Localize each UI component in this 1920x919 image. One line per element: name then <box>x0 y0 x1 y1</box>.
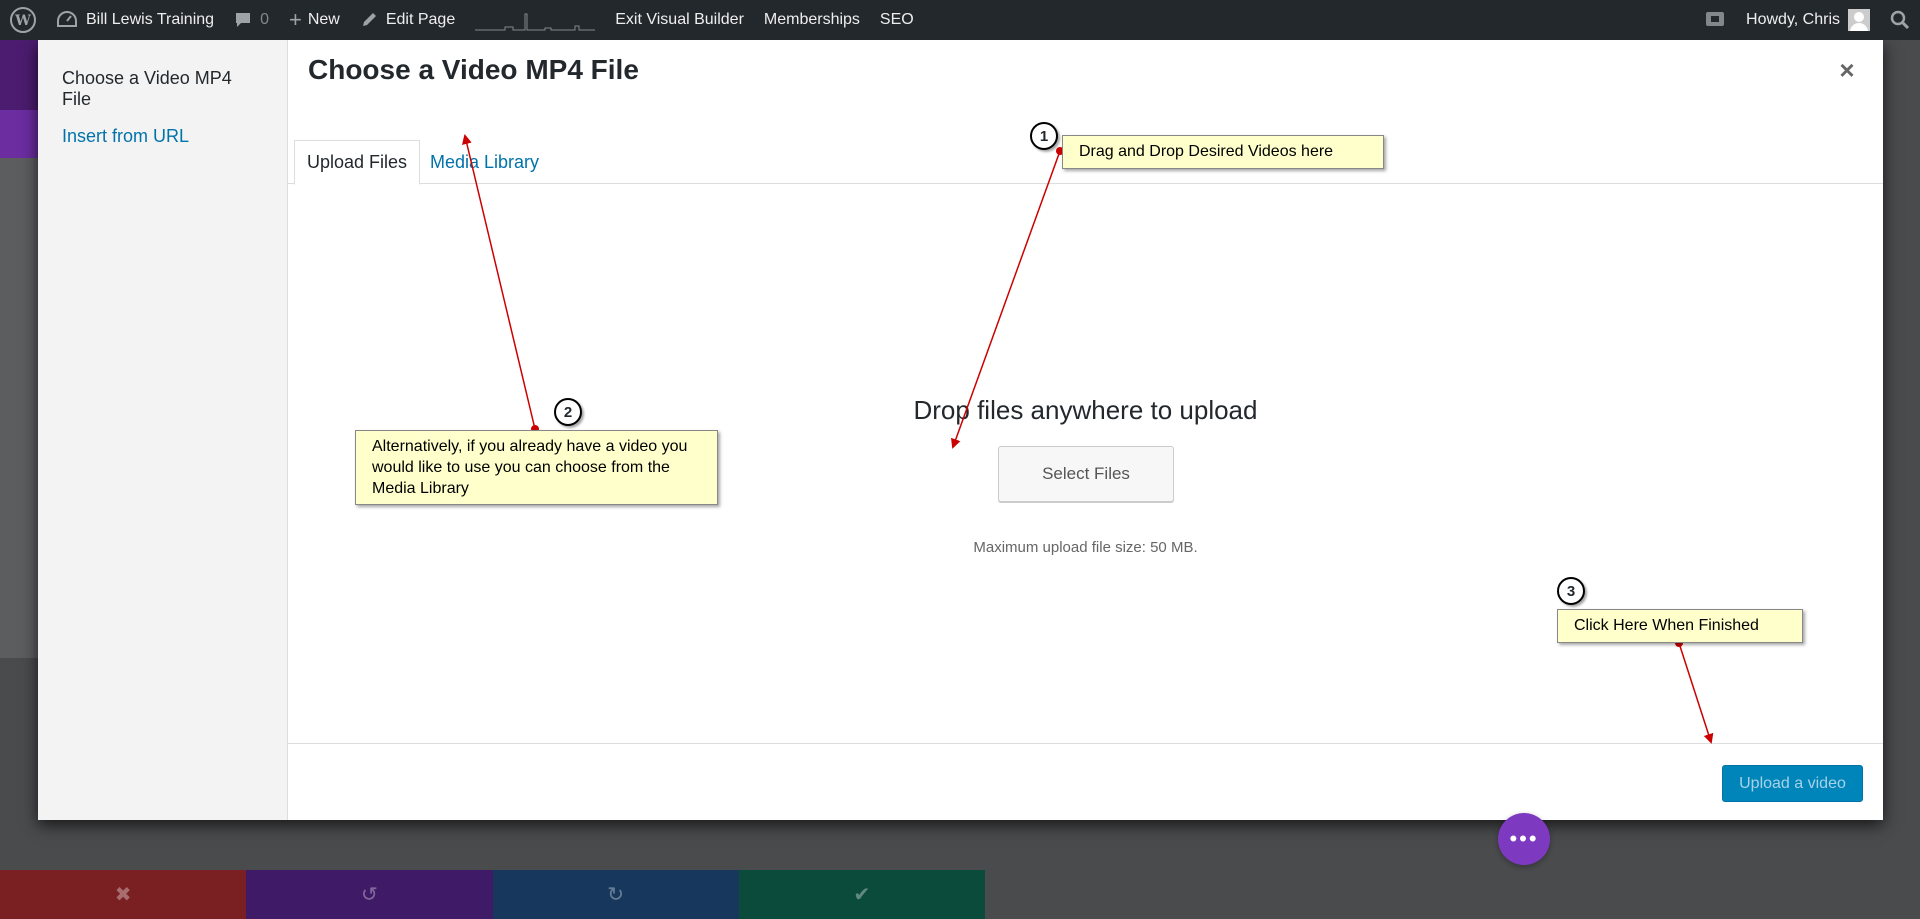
new-content-link[interactable]: + New <box>279 0 350 40</box>
modal-title: Choose a Video MP4 File <box>308 54 639 85</box>
site-name-link[interactable]: Bill Lewis Training <box>46 0 224 40</box>
tab-media-library[interactable]: Media Library <box>418 140 551 185</box>
menu-item-insert-from-url[interactable]: Insert from URL <box>38 118 287 155</box>
wordpress-logo-icon[interactable]: W <box>0 0 46 40</box>
select-files-button[interactable]: Select Files <box>998 446 1174 502</box>
comment-icon <box>236 13 251 27</box>
builder-section-tab <box>0 110 40 158</box>
exit-visual-builder-link[interactable]: Exit Visual Builder <box>605 0 754 40</box>
tab-upload-files[interactable]: Upload Files <box>294 140 421 185</box>
media-modal: Choose a Video MP4 File Insert from URL … <box>38 40 1883 820</box>
menu-item-choose-video[interactable]: Choose a Video MP4 File <box>38 60 287 118</box>
pencil-icon <box>362 13 376 26</box>
edit-page-label: Edit Page <box>385 11 456 28</box>
media-router: Upload Files Media Library <box>288 98 1883 185</box>
new-label: New <box>307 11 340 28</box>
howdy-label: Howdy, Chris <box>1746 11 1840 28</box>
memberships-link[interactable]: Memberships <box>754 0 870 40</box>
site-name-label: Bill Lewis Training <box>86 11 215 28</box>
edit-page-link[interactable]: Edit Page <box>350 0 465 40</box>
close-icon[interactable]: ✖ <box>0 870 247 919</box>
media-toolbar: Upload a video <box>288 743 1883 820</box>
builder-bottom-bar: ✖ ↺ ↻ ✔ <box>0 870 985 919</box>
check-icon[interactable]: ✔ <box>738 870 985 919</box>
plus-icon: + <box>288 7 302 32</box>
avatar <box>1848 9 1870 31</box>
user-account-menu[interactable]: Howdy, Chris <box>1736 0 1880 40</box>
close-icon[interactable]: × <box>1833 56 1861 84</box>
comments-count: 0 <box>260 11 269 28</box>
seo-link[interactable]: SEO <box>870 0 924 40</box>
media-menu: Choose a Video MP4 File Insert from URL <box>38 40 288 820</box>
max-upload-size: Maximum upload file size: 50 MB. <box>973 539 1198 556</box>
svg-text:W: W <box>14 13 31 29</box>
comments-link[interactable]: 0 <box>224 0 279 40</box>
stats-sparkline[interactable] <box>465 0 605 40</box>
dashboard-icon <box>57 10 77 27</box>
builder-header-block <box>0 40 40 110</box>
notifications-icon[interactable] <box>1694 0 1736 40</box>
redo-icon[interactable]: ↻ <box>492 870 739 919</box>
builder-more-options-button[interactable]: ••• <box>1498 813 1550 865</box>
builder-page-area <box>0 158 40 658</box>
upload-video-button[interactable]: Upload a video <box>1722 765 1863 802</box>
search-icon[interactable] <box>1880 0 1920 40</box>
undo-icon[interactable]: ↺ <box>246 870 493 919</box>
drop-zone-instructions[interactable]: Drop files anywhere to upload <box>288 395 1883 426</box>
admin-bar: W Bill Lewis Training 0 + New Edit Page … <box>0 0 1920 40</box>
